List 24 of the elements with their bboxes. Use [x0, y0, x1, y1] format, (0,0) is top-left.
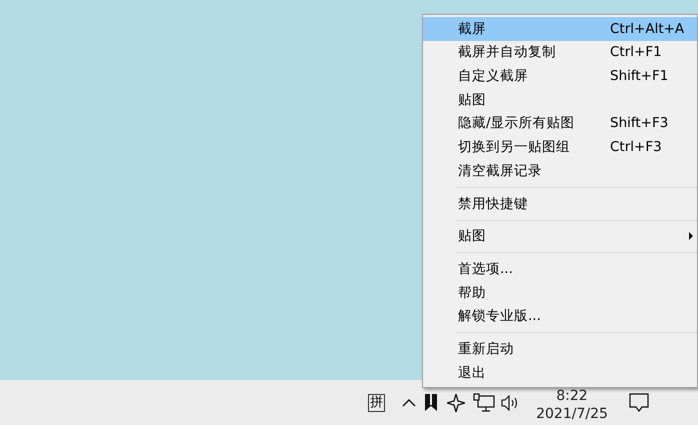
menu-item[interactable]: 帮助: [423, 280, 697, 305]
notification-icon[interactable]: [629, 393, 649, 412]
menu-item[interactable]: 解锁专业版...: [423, 304, 697, 328]
chevron-up-icon[interactable]: [402, 398, 416, 406]
menu-item[interactable]: 首选项...: [423, 257, 697, 281]
submenu-arrow-icon: [689, 232, 693, 240]
menu-item[interactable]: 切换到另一贴图组 Ctrl+F3: [423, 135, 697, 160]
menu-item[interactable]: 截屏 Ctrl+Alt+A: [423, 17, 697, 41]
menu-item[interactable]: 重新启动: [423, 337, 697, 361]
bookmark-icon[interactable]: [425, 394, 437, 411]
clock-date[interactable]: 2021/7/25: [536, 404, 608, 424]
menu-item[interactable]: 自定义截屏 Shift+F1: [423, 64, 697, 88]
menu-item[interactable]: 贴图: [423, 88, 697, 112]
sparkle-icon[interactable]: [447, 394, 465, 412]
menu-item[interactable]: 贴图: [423, 224, 697, 248]
ime-indicator[interactable]: 拼: [368, 394, 385, 412]
network-monitor-icon[interactable]: [473, 393, 495, 412]
menu-item[interactable]: 退出: [423, 360, 697, 385]
menu-item[interactable]: 截屏并自动复制 Ctrl+F1: [423, 40, 697, 64]
clock-time[interactable]: 8:22: [556, 388, 588, 404]
menu-item[interactable]: 禁用快捷键: [423, 192, 697, 216]
menu-item[interactable]: 隐藏/显示所有贴图 Shift+F3: [423, 112, 697, 136]
menu-item[interactable]: 清空截屏记录: [423, 159, 697, 183]
speaker-icon[interactable]: [501, 394, 519, 410]
